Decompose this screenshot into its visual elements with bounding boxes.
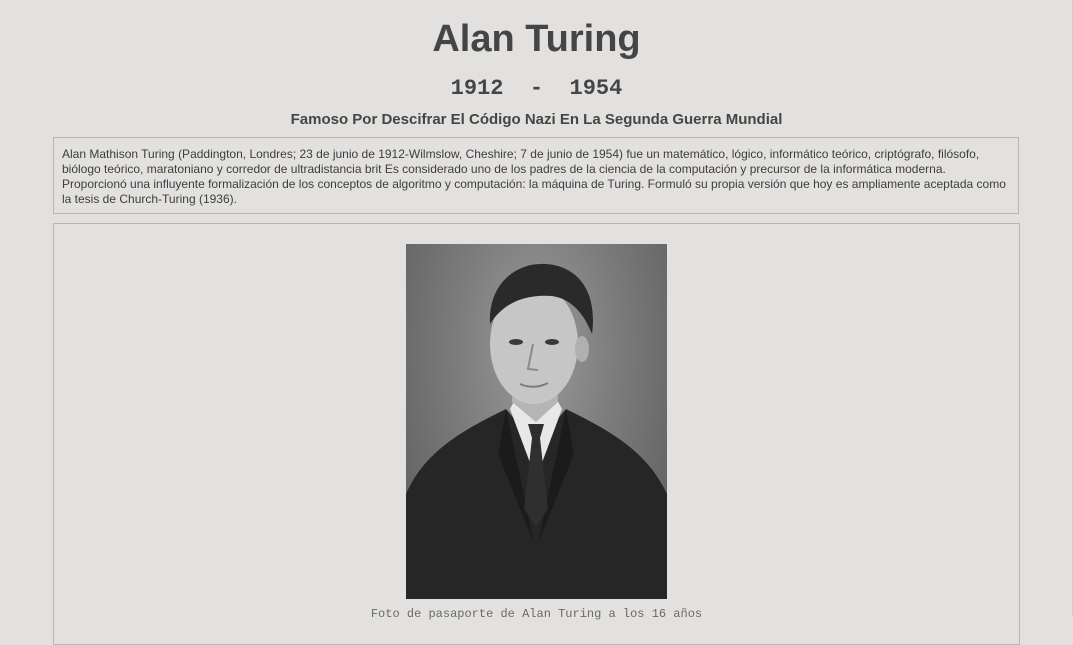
photo-figure: Foto de pasaporte de Alan Turing a los 1… — [53, 223, 1020, 645]
biography-text: Alan Mathison Turing (Paddington, Londre… — [62, 147, 1006, 206]
page-title: Alan Turing — [432, 18, 641, 60]
portrait-photo — [406, 244, 667, 599]
biography-box: Alan Mathison Turing (Paddington, Londre… — [53, 137, 1019, 214]
page-subtitle: Famoso Por Descifrar El Código Nazi En L… — [290, 111, 783, 128]
photo-caption: Foto de pasaporte de Alan Turing a los 1… — [370, 607, 703, 621]
life-dates: 1912 - 1954 — [450, 76, 623, 101]
